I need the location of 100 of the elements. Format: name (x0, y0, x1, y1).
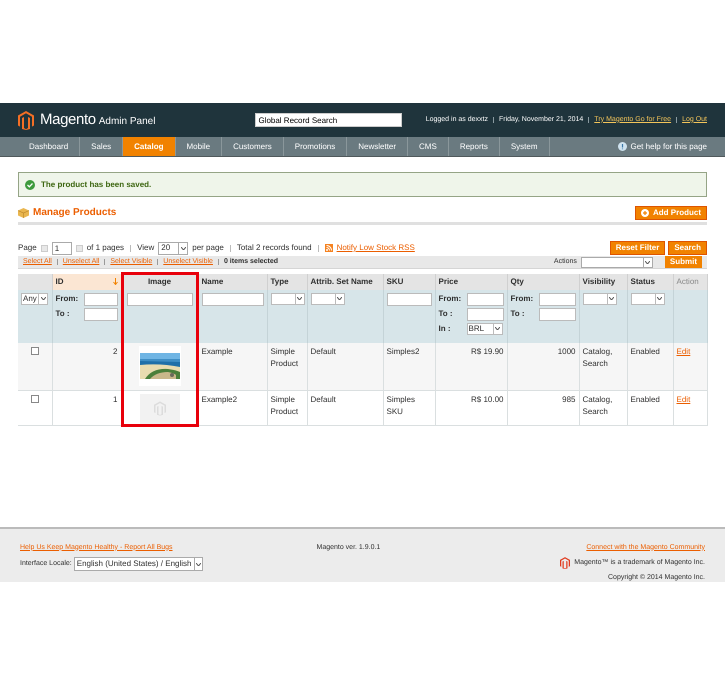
column-header[interactable]: Price (438, 276, 458, 286)
filter-label: To : (56, 308, 71, 320)
filter-label: To : (438, 308, 454, 320)
logo-icon (18, 110, 34, 130)
table-cell: R$ 10.00 (471, 394, 504, 404)
table-cell: 1000 (558, 346, 576, 356)
table-cell: Simples2 (386, 346, 420, 356)
caret-icon (657, 297, 662, 300)
logo-icon (560, 557, 570, 569)
row-checkbox[interactable] (30, 394, 39, 402)
column-header[interactable]: Name (202, 276, 224, 286)
filter-field[interactable] (538, 308, 576, 320)
table-cell: 985 (562, 394, 576, 404)
caret-icon (495, 327, 500, 330)
filter-label: From: (56, 293, 80, 305)
per-page-select[interactable]: 20 (158, 242, 188, 254)
page-label: Page (18, 242, 37, 254)
table-cell: Catalog, Search (582, 394, 612, 416)
column-header[interactable]: SKU (386, 276, 404, 286)
filter-select[interactable] (270, 292, 304, 304)
row-checkbox[interactable] (30, 346, 39, 354)
filter-field[interactable] (202, 292, 264, 306)
caret-icon (645, 260, 650, 264)
nav-tab[interactable]: Promotions (284, 137, 348, 156)
caret-icon (40, 297, 46, 300)
filter-select[interactable] (630, 292, 664, 304)
table-cell: Simple Product (270, 394, 298, 416)
rss-icon (324, 244, 333, 252)
success-message: The product has been saved. (41, 178, 152, 190)
caret-icon (297, 297, 302, 300)
help-icon (618, 142, 626, 151)
table-cell: 1 (113, 394, 118, 404)
column-header[interactable]: Status (630, 276, 655, 286)
caret-icon (180, 246, 186, 250)
filter-select[interactable] (310, 292, 344, 304)
column-header[interactable]: Visibility (582, 276, 616, 286)
column-header[interactable]: Attrib. Set Name (310, 276, 373, 286)
column-header: Action (676, 276, 699, 286)
column-header[interactable]: Type (270, 276, 289, 286)
table-cell: Enabled (630, 394, 660, 404)
filter-select[interactable]: BRL (466, 322, 502, 334)
table-cell: R$ 19.90 (471, 346, 504, 356)
column-header[interactable]: ID (56, 276, 64, 288)
table-cell: Enabled (630, 346, 660, 356)
filter-label: To : (510, 308, 526, 320)
edit-link[interactable]: Edit (676, 394, 690, 404)
nav-tab[interactable]: Newsletter (347, 137, 408, 156)
grid-button[interactable]: Reset Filter (610, 241, 666, 255)
table-cell: Default (310, 346, 336, 356)
column-header[interactable]: Qty (510, 276, 524, 286)
filter-field[interactable] (466, 292, 504, 306)
previous-page-icon[interactable] (40, 244, 48, 252)
filter-select[interactable]: Any (21, 292, 48, 304)
page-title: Manage Products (33, 206, 116, 220)
box-icon (18, 208, 29, 218)
caret-icon (337, 297, 342, 300)
nav-tab[interactable]: System (500, 137, 550, 156)
table-cell: Simples SKU (386, 394, 415, 416)
filter-field[interactable] (84, 308, 118, 320)
actions-select[interactable] (580, 256, 653, 268)
edit-link[interactable]: Edit (676, 346, 690, 356)
view-label: View (137, 242, 154, 254)
nav-tab[interactable]: CMS (408, 137, 449, 156)
table-cell: Example2 (202, 394, 238, 404)
logo-text: Magento (40, 110, 96, 130)
caret-icon (609, 297, 614, 300)
table-cell: Catalog, Search (582, 346, 612, 368)
nav-tab[interactable]: Reports (448, 137, 500, 156)
filter-label: In : (438, 322, 452, 334)
filter-select[interactable] (582, 292, 616, 304)
page-count: of 1 pages (86, 242, 124, 254)
table-cell: Simple Product (270, 346, 298, 368)
filter-label: From: (438, 293, 462, 305)
page-field[interactable]: 1 (52, 242, 72, 254)
grid-button[interactable]: Search (668, 241, 707, 255)
filter-field[interactable] (386, 292, 432, 306)
nav-tab[interactable]: Catalog (123, 137, 176, 156)
sort-arrow-icon[interactable] (112, 278, 118, 285)
filter-label: From: (510, 293, 534, 305)
search-field[interactable]: Global Record Search (255, 113, 402, 127)
nav-tab[interactable]: Dashboard (18, 137, 80, 156)
nav-tab[interactable]: Mobile (176, 137, 222, 156)
plus-icon (641, 208, 649, 216)
submit-button[interactable]: Submit (664, 256, 702, 268)
add-product-button[interactable]: Add Product (635, 206, 707, 220)
table-cell: 2 (113, 346, 118, 356)
filter-field[interactable] (126, 292, 192, 306)
records-count: Total 2 records found (236, 242, 312, 254)
rss-link[interactable]: Notify Low Stock RSS (336, 242, 415, 254)
help-link[interactable]: Get help for this page (630, 140, 707, 152)
locale-select[interactable]: English (United States) / English (74, 557, 202, 571)
caret-icon (196, 562, 200, 566)
next-page-icon[interactable] (76, 244, 83, 252)
per-page-label: per page (192, 242, 224, 254)
filter-field[interactable] (538, 292, 576, 306)
nav-tab[interactable]: Customers (222, 137, 284, 156)
filter-field[interactable] (466, 308, 504, 320)
logo-subtitle: Admin Panel (98, 115, 156, 129)
filter-field[interactable] (84, 292, 118, 306)
table-cell: Example (202, 346, 233, 356)
